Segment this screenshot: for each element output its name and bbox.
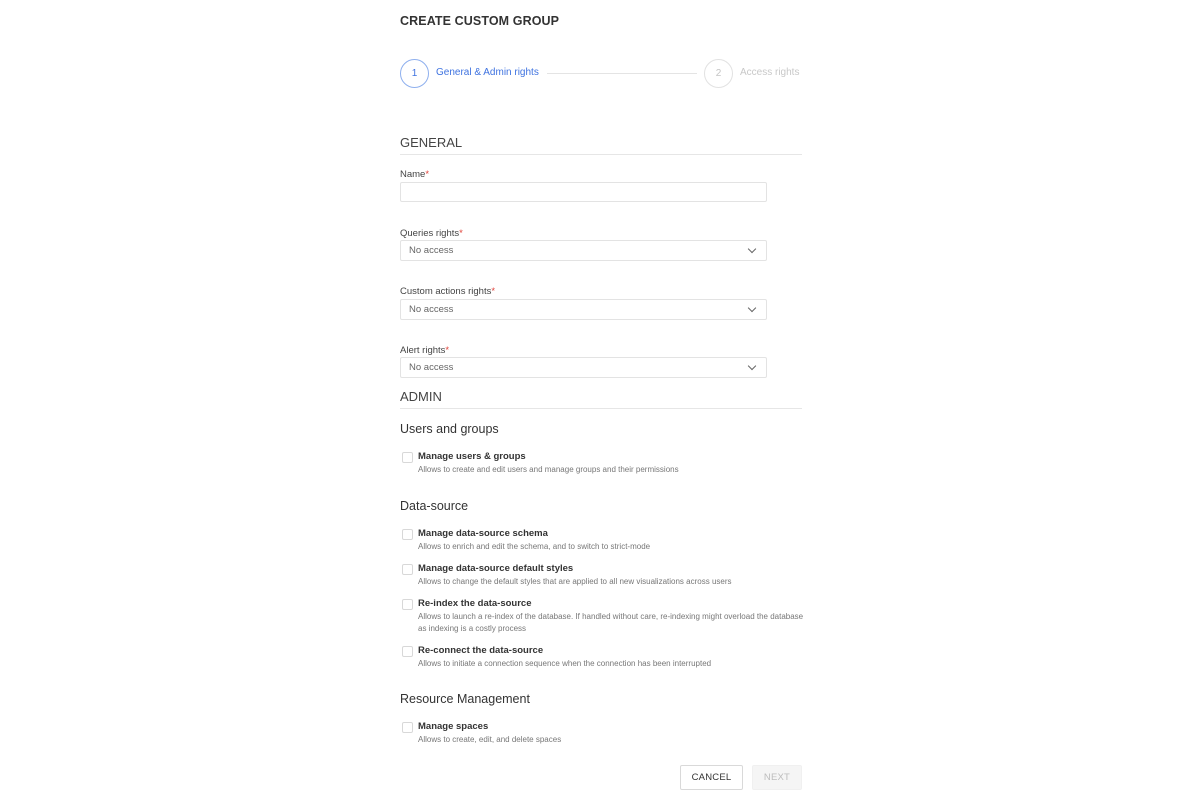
permission-title: Manage users & groups	[418, 451, 526, 462]
required-marker: *	[425, 169, 430, 180]
step-1-number: 1	[411, 68, 418, 79]
stepper-connector	[547, 73, 697, 74]
manage-users-groups-checkbox[interactable]	[402, 452, 413, 463]
alert-rights-label: Alert rights*	[400, 345, 449, 356]
step-1-label[interactable]: General & Admin rights	[436, 67, 539, 78]
custom-actions-rights-select[interactable]: No access	[400, 299, 767, 320]
permission-description: Allows to create, edit, and delete space…	[418, 735, 562, 744]
alert-rights-label-text: Alert rights	[400, 345, 446, 356]
permission-description: Allows to create and edit users and mana…	[418, 465, 679, 474]
admin-divider	[400, 408, 802, 409]
alert-rights-select[interactable]: No access	[400, 357, 767, 378]
custom-actions-rights-label-text: Custom actions rights	[400, 286, 492, 297]
step-2-indicator[interactable]: 2	[704, 59, 733, 88]
step-1-indicator[interactable]: 1	[400, 59, 429, 88]
admin-section-title: ADMIN	[400, 389, 442, 404]
chevron-down-icon	[747, 244, 757, 254]
permission-description: Allows to launch a re-index of the datab…	[418, 612, 804, 633]
permission-title: Manage data-source schema	[418, 528, 548, 539]
queries-rights-select[interactable]: No access	[400, 240, 767, 261]
name-input[interactable]	[400, 182, 767, 202]
chevron-down-icon	[747, 303, 757, 313]
required-marker: *	[491, 286, 496, 297]
alert-rights-value: No access	[409, 362, 454, 373]
reconnect-checkbox[interactable]	[402, 646, 413, 657]
next-button[interactable]: NEXT	[752, 765, 802, 790]
name-label: Name*	[400, 169, 429, 180]
name-label-text: Name	[400, 169, 426, 180]
queries-rights-label-text: Queries rights	[400, 228, 460, 239]
queries-rights-value: No access	[409, 245, 454, 256]
manage-spaces-checkbox[interactable]	[402, 722, 413, 733]
chevron-down-icon	[747, 361, 757, 371]
general-divider	[400, 154, 802, 155]
users-and-groups-title: Users and groups	[400, 422, 499, 436]
manage-default-styles-checkbox[interactable]	[402, 564, 413, 575]
permission-description: Allows to enrich and edit the schema, an…	[418, 542, 651, 551]
manage-schema-checkbox[interactable]	[402, 529, 413, 540]
required-marker: *	[445, 345, 450, 356]
step-2-label[interactable]: Access rights	[740, 67, 799, 78]
cancel-button[interactable]: CANCEL	[680, 765, 743, 790]
permission-title: Re-index the data-source	[418, 598, 532, 609]
required-marker: *	[459, 228, 463, 239]
permission-title: Manage data-source default styles	[418, 563, 574, 574]
data-source-title: Data-source	[400, 499, 469, 513]
permission-title: Manage spaces	[418, 721, 489, 732]
general-section-title: GENERAL	[400, 135, 463, 150]
page-title: CREATE CUSTOM GROUP	[400, 14, 560, 28]
permission-description: Allows to initiate a connection sequence…	[418, 659, 712, 668]
step-2-number: 2	[715, 68, 722, 79]
queries-rights-label: Queries rights*	[400, 228, 463, 239]
resource-management-title: Resource Management	[400, 692, 530, 706]
permission-description: Allows to change the default styles that…	[418, 577, 732, 586]
reindex-checkbox[interactable]	[402, 599, 413, 610]
permission-title: Re-connect the data-source	[418, 645, 544, 656]
custom-actions-rights-value: No access	[409, 304, 454, 315]
custom-actions-rights-label: Custom actions rights*	[400, 286, 495, 297]
